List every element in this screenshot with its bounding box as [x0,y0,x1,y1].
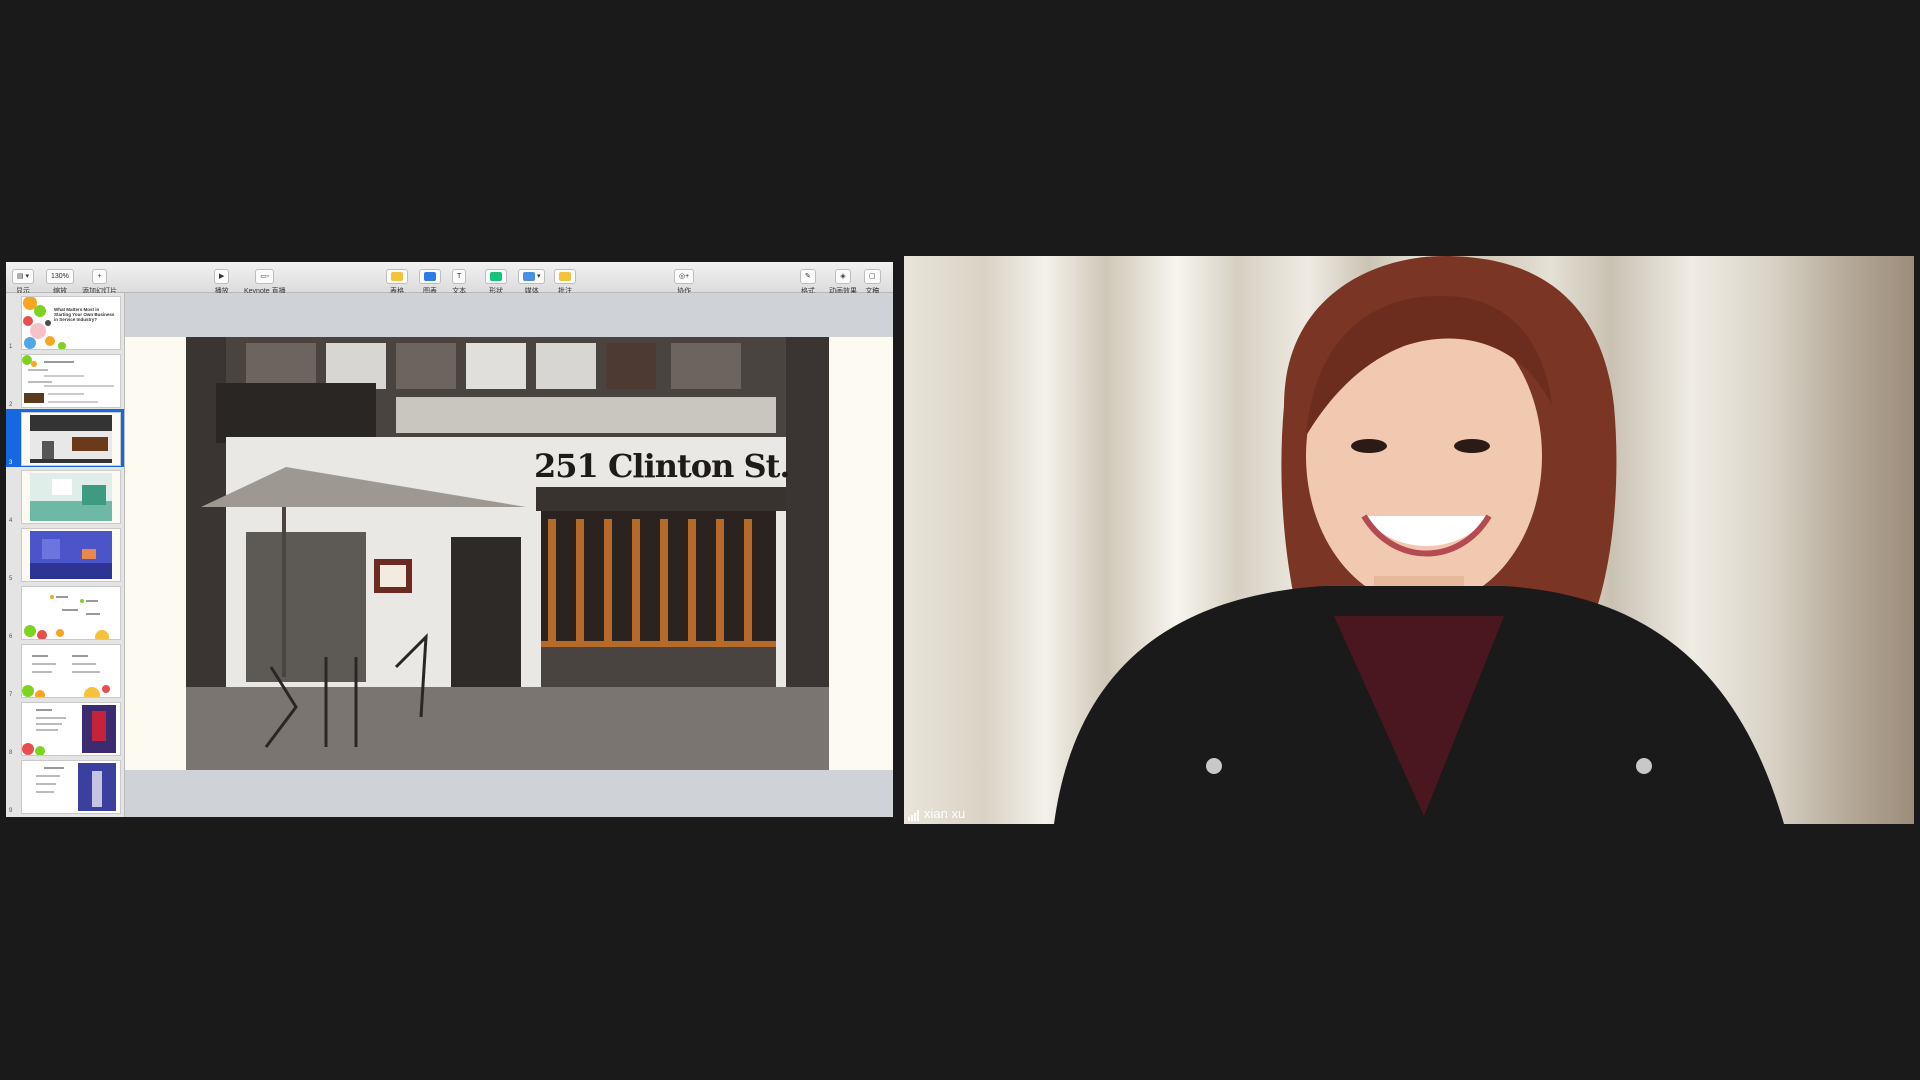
table-icon [391,271,403,281]
slide-thumb-image [21,644,121,698]
text-button[interactable]: T 文本 [452,265,467,296]
signal-bars-icon [908,810,919,821]
live-icon: ▭◦ [255,269,275,284]
comment-icon [559,271,571,281]
shape-button[interactable]: 形状 [485,265,507,296]
slide-thumb-image [21,470,121,524]
media-button[interactable]: ▾ 媒体 [518,265,546,296]
shape-icon [490,271,502,281]
slide-thumbnail-1[interactable]: 1 What Matters Most in Starting Your Own… [6,293,124,351]
slide-thumb-image [21,528,121,582]
storefront-thumb [30,415,112,463]
slide-thumb-image: What Matters Most in Starting Your Own B… [21,296,121,350]
slide-1-title: What Matters Most in Starting Your Own B… [54,307,115,322]
slide-canvas[interactable]: 251 Clinton St. [125,293,893,817]
slide-thumbnail-5[interactable]: 5 [6,525,124,583]
storefront-sign-text: 251 Clinton St. [534,447,791,485]
play-icon: ▶ [214,269,230,284]
storefront-illustration [186,337,829,770]
plus-icon: + [92,269,107,284]
slide-thumb-image [21,760,121,814]
slide-thumbnail-9[interactable]: 9 [6,757,124,815]
slide-thumb-image [21,412,121,466]
participant-name: xian xu [924,806,966,821]
slide-thumb-image [21,354,121,408]
slide-thumbnail-6[interactable]: 6 [6,583,124,641]
add-slide-button[interactable]: + 添加幻灯片 [82,265,117,296]
participant-video[interactable]: xian xu [904,256,1914,824]
slide-navigator: 1 What Matters Most in Starting Your Own… [6,293,125,817]
slide-7-art [22,655,110,697]
participant-name-tag: xian xu [908,806,965,821]
sidebar-view-icon: ▤ ▾ [12,269,35,284]
interior-blue-thumb [30,531,112,579]
slide-thumbnail-7[interactable]: 7 [6,641,124,699]
media-icon [523,271,535,281]
slide-8-art [22,705,116,755]
animate-icon: ◈ [835,269,851,284]
slide-thumb-image [21,586,121,640]
collaborate-button[interactable]: ◎+ 协作 [674,265,695,296]
format-button[interactable]: ✎ 格式 [800,265,816,296]
brush-icon: ✎ [800,269,816,284]
slide-9-art [36,763,116,811]
view-button[interactable]: ▤ ▾ 显示 [12,265,35,296]
slide-thumbnail-2[interactable]: 2 [6,351,124,409]
text-icon: T [452,269,467,284]
comment-button[interactable]: 批注 [554,265,576,296]
animate-button[interactable]: ◈ 动画效果 [829,265,857,296]
chart-button[interactable]: 图表 [419,265,441,296]
table-button[interactable]: 表格 [386,265,408,296]
play-button[interactable]: ▶ 播放 [214,265,230,296]
storefront-photo[interactable]: 251 Clinton St. [186,337,829,770]
slide-thumbnail-8[interactable]: 8 [6,699,124,757]
interior-green-thumb [30,473,112,521]
document-icon: ▢ [864,269,881,284]
zoom-select[interactable]: 130% 缩放 [46,265,74,296]
slide-thumb-image [21,702,121,756]
shared-screen: ▤ ▾ 显示 130% 缩放 + 添加幻灯片 ▶ 播放 ▭◦ Keynote 直… [6,262,893,817]
chart-icon [424,271,436,281]
participant-illustration [1054,256,1784,824]
slide-thumbnail-3[interactable]: 3 [6,409,124,467]
slide-thumbnail-4[interactable]: 4 [6,467,124,525]
document-button[interactable]: ▢ 文稿 [864,265,881,296]
title-slide-art [23,297,66,349]
collaborate-icon: ◎+ [674,269,695,284]
keynote-live-button[interactable]: ▭◦ Keynote 直播 [244,265,286,296]
slide-2-art [22,355,114,403]
slide-6-art [24,595,109,639]
keynote-toolbar: ▤ ▾ 显示 130% 缩放 + 添加幻灯片 ▶ 播放 ▭◦ Keynote 直… [6,262,893,296]
